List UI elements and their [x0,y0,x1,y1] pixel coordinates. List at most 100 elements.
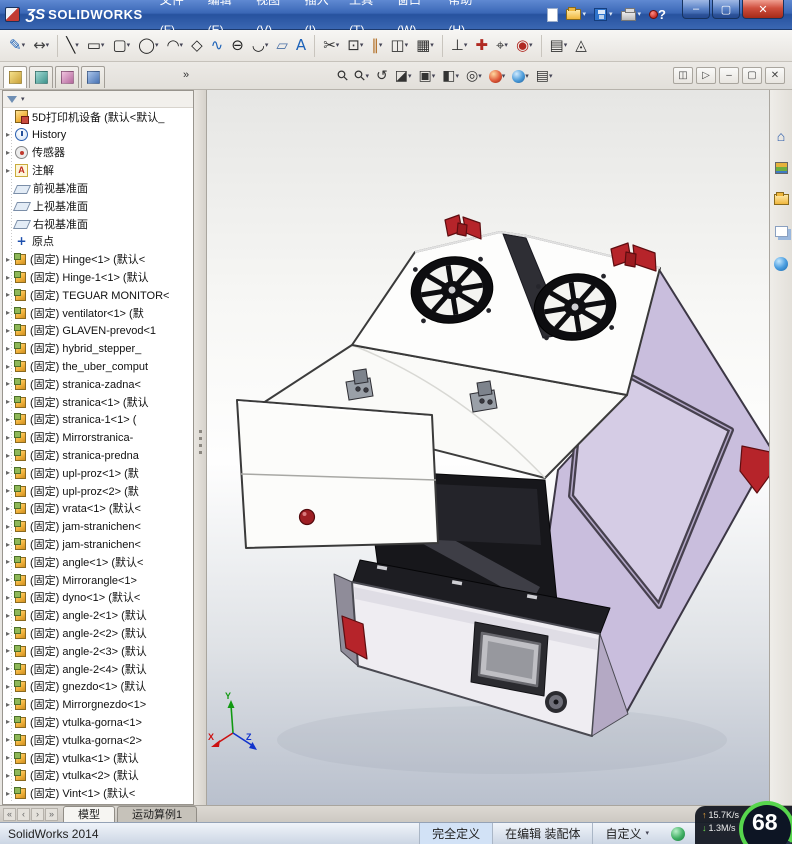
repair-sketch-button[interactable]: ✚ [471,33,492,59]
polygon-button[interactable]: ◇ [187,33,207,59]
tree-root-assembly[interactable]: 5D打印机设备 (默认<默认_ [3,108,193,126]
net-speed-overlay[interactable]: ↑ 15.7K/s ↓ 1.3M/s 68 [695,801,792,844]
expand-arrow-icon[interactable]: ▸ [6,148,15,157]
fm-tabs-overflow-chevron[interactable]: » [183,69,189,81]
edit-appearance-button[interactable]: ▾ [487,65,508,87]
doc-arrange-button[interactable]: ▷ [696,67,716,84]
tree-item[interactable]: ▸ (固定) the_uber_comput [3,357,193,375]
rectangle-button[interactable]: ▭ ▾ [83,33,109,59]
tree-item[interactable]: ▸ (固定) Mirrorgnezdo<1> [3,695,193,713]
tab-scroll-button[interactable]: » [45,807,58,821]
dropdown-arrow-icon[interactable]: ▾ [464,42,468,49]
dropdown-arrow-icon[interactable]: ▾ [478,73,482,80]
tree-item[interactable]: ▸ (固定) upl-proz<2> (默 [3,482,193,500]
dimxpertmanager-tab[interactable] [81,66,105,88]
instant-3d-button[interactable]: ◬ [571,33,591,59]
convert-entities-button[interactable]: ⊡ ▾ [343,33,367,59]
dropdown-arrow-icon[interactable]: ▾ [504,42,508,49]
tree-item[interactable]: ▸ 右视基准面 [3,215,193,233]
design-library-tab[interactable] [772,158,791,177]
circle-button[interactable]: ◯ ▾ [134,33,162,59]
tree-item[interactable]: ▸ (固定) TEGUAR MONITOR< [3,286,193,304]
apply-scene-button[interactable]: ▾ [510,65,531,87]
tree-item[interactable]: ▸ (固定) gnezdo<1> (默认 [3,678,193,696]
display-relations-button[interactable]: ⊥ ▾ [447,33,472,59]
section-view-button[interactable]: ◪ ▾ [393,65,414,87]
propertymanager-tab[interactable] [29,66,53,88]
tab-scroll-button[interactable]: › [31,807,44,821]
tree-item[interactable]: ▸ (固定) vtulka-gorna<2> [3,731,193,749]
tree-item[interactable]: ▸ History [3,126,193,144]
tree-item[interactable]: ▸ (固定) angle<1> (默认< [3,553,193,571]
status-custom-dropdown[interactable]: 自定义 ▾ [592,823,661,844]
arc-button[interactable]: ◠ ▾ [162,33,187,59]
dropdown-arrow-icon[interactable]: ▾ [75,42,79,49]
doc-close-button[interactable]: ✕ [765,67,785,84]
maximize-button[interactable]: ▢ [712,0,740,19]
dropdown-arrow-icon[interactable]: ▾ [336,42,340,49]
dropdown-arrow-icon[interactable]: ▾ [638,11,642,18]
tree-item[interactable]: ▸ (固定) stranica<1> (默认 [3,393,193,411]
dropdown-arrow-icon[interactable]: ▾ [549,73,553,80]
trim-entities-button[interactable]: ✂ ▾ [319,33,343,59]
line-button[interactable]: ╲ ▾ [62,33,83,59]
doc-minimize-button[interactable]: – [719,67,739,84]
tree-item[interactable]: ▸ 传感器 [3,144,193,162]
panel-splitter[interactable] [194,90,207,805]
tree-item[interactable]: ▸ (固定) ventilator<1> (默 [3,304,193,322]
tree-item[interactable]: ▸ (固定) angle-2<1> (默认 [3,606,193,624]
tree-item[interactable]: ▸ (固定) vtulka<1> (默认 [3,749,193,767]
fillet-button[interactable]: ◡ ▾ [248,33,273,59]
print-button[interactable]: ▾ [620,8,642,21]
doc-cascade-button[interactable]: ◫ [673,67,693,84]
tree-item[interactable]: ▸ (固定) jam-stranichen< [3,517,193,535]
dropdown-arrow-icon[interactable]: ▾ [583,11,587,18]
linear-pattern-button[interactable]: ▦ ▾ [412,33,438,59]
text-button[interactable]: A [292,33,310,59]
tree-filter-bar[interactable]: ▾ [3,91,193,108]
tree-item[interactable]: ▸ (固定) vtulka<2> (默认 [3,766,193,784]
tree-item[interactable]: ▸ (固定) vrata<1> (默认< [3,500,193,518]
tree-item[interactable]: ▸ (固定) Mirrorangle<1> [3,571,193,589]
tab-scroll-button[interactable]: ‹ [17,807,30,821]
doc-restore-button[interactable]: ▢ [742,67,762,84]
dropdown-arrow-icon[interactable]: ▾ [127,42,131,49]
record-indicator[interactable] [649,10,659,19]
quick-snaps-button[interactable]: ⌖ ▾ [492,33,512,59]
spline-button[interactable]: ∿ [207,33,228,59]
smart-dimension-button[interactable]: ↔ ▾ [29,33,53,59]
tree-item[interactable]: ▸ (固定) stranica-predna [3,446,193,464]
plane-button[interactable]: ▱ [272,33,292,59]
tree-item[interactable]: ▸ 原点 [3,233,193,251]
dropdown-arrow-icon[interactable]: ▾ [564,42,568,49]
tab-scroll-button[interactable]: « [3,807,16,821]
new-document-button[interactable] [546,7,558,22]
previous-view-button[interactable]: ↺ [374,65,390,87]
dropdown-arrow-icon[interactable]: ▾ [22,42,26,49]
featuremanager-tab[interactable] [3,66,27,88]
hide-show-items-button[interactable]: ◎ ▾ [464,65,484,87]
mirror-entities-button[interactable]: ◫ ▾ [386,33,412,59]
tree-item[interactable]: ▸ (固定) GLAVEN-prevod<1 [3,322,193,340]
dropdown-arrow-icon[interactable]: ▾ [408,73,412,80]
grid-system-button[interactable]: ▤ ▾ [546,33,572,59]
close-button[interactable]: ✕ [742,0,784,19]
tree-item[interactable]: ▸ (固定) angle-2<4> (默认 [3,660,193,678]
tree-item[interactable]: ▸ (固定) dyno<1> (默认< [3,589,193,607]
graphics-viewport[interactable]: X Y Z [207,90,769,805]
offset-entities-button[interactable]: ∥ ▾ [367,33,386,59]
tree-item[interactable]: ▸ 上视基准面 [3,197,193,215]
expand-arrow-icon[interactable]: ▸ [6,166,15,175]
dropdown-arrow-icon[interactable]: ▾ [101,42,105,49]
tree-item[interactable]: ▸ (固定) angle-2<2> (默认 [3,624,193,642]
dropdown-arrow-icon[interactable]: ▾ [360,42,364,49]
dropdown-arrow-icon[interactable]: ▾ [456,73,460,80]
file-explorer-tab[interactable] [772,190,791,209]
filter-dropdown-arrow[interactable]: ▾ [21,96,25,103]
dropdown-arrow-icon[interactable]: ▾ [432,73,436,80]
slot-button[interactable]: ▢ ▾ [108,33,134,59]
tree-item[interactable]: ▸ (固定) Hinge-1<1> (默认 [3,268,193,286]
solidworks-resources-tab[interactable]: ⌂ [772,126,791,145]
configurationmanager-tab[interactable] [55,66,79,88]
dropdown-arrow-icon[interactable]: ▾ [430,42,434,49]
